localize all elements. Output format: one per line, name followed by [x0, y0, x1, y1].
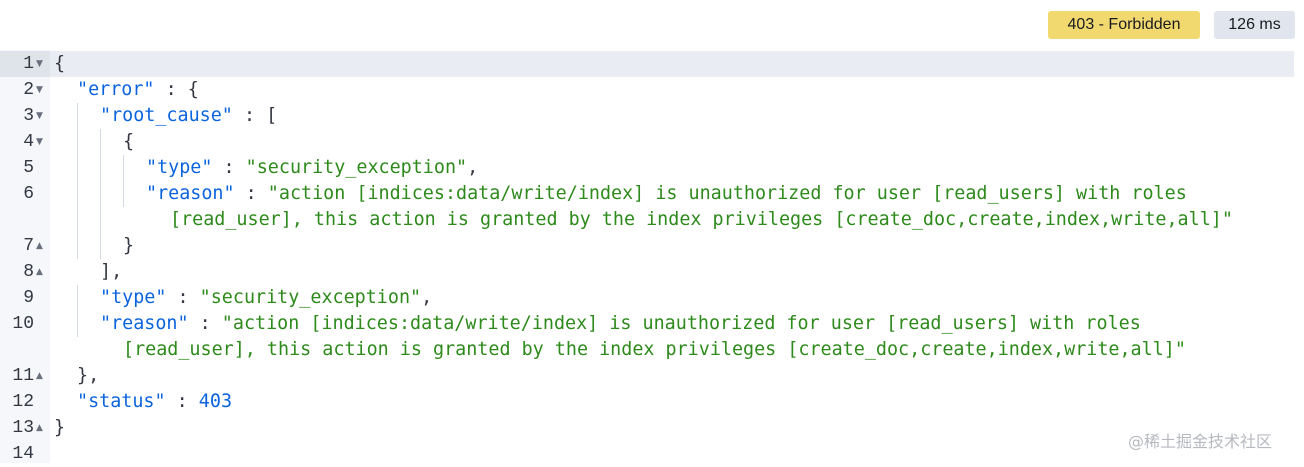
punctuation: ,	[421, 287, 433, 308]
code-line: "type" : "security_exception",	[100, 285, 432, 311]
brace: {	[123, 131, 135, 152]
punctuation: : {	[154, 79, 199, 100]
punctuation: ,	[467, 157, 479, 178]
brace: }	[54, 417, 66, 438]
json-string: [read_user], this action is granted by t…	[170, 209, 1233, 230]
status-badge: 403 - Forbidden	[1048, 11, 1200, 39]
indent-guide	[77, 285, 78, 337]
fold-toggle-icon[interactable]: ▼	[36, 103, 46, 129]
code-line: }	[54, 415, 65, 441]
brace: }	[123, 235, 135, 256]
json-string: [read_user], this action is granted by t…	[123, 339, 1186, 360]
indent-guide	[77, 103, 78, 259]
code-line: "root_cause" : [	[100, 103, 277, 129]
json-string: "security_exception"	[245, 157, 468, 178]
punctuation: :	[165, 391, 199, 412]
line-number: 4	[23, 132, 34, 152]
fold-end-icon[interactable]: ▲	[36, 363, 46, 389]
response-editor[interactable]: 1 2 3 4 5 6 7 8 9 10 11 12 13 14 ▼ ▼ ▼ ▼…	[0, 50, 1294, 464]
fold-end-icon[interactable]: ▲	[36, 233, 46, 259]
fold-toggle-icon[interactable]: ▼	[36, 51, 46, 77]
code-line-wrap: [read_user], this action is granted by t…	[123, 337, 1186, 363]
json-key: "type"	[100, 287, 167, 308]
json-string: "action [indices:data/write/index] is un…	[221, 313, 1141, 334]
code-line: "reason" : "action [indices:data/write/i…	[146, 181, 1187, 207]
fold-end-icon[interactable]: ▲	[36, 259, 46, 285]
line-number: 2	[23, 80, 34, 100]
line-number: 3	[23, 106, 34, 126]
punctuation: :	[234, 183, 268, 204]
json-string: "action [indices:data/write/index] is un…	[267, 183, 1187, 204]
punctuation: : [	[232, 105, 278, 126]
fold-toggle-icon[interactable]: ▼	[36, 77, 46, 103]
line-number: 1	[23, 54, 34, 74]
indent-guide	[100, 129, 101, 259]
indent-guide	[123, 155, 124, 207]
line-number: 9	[23, 288, 34, 308]
punctuation: :	[212, 157, 246, 178]
bracket: ],	[100, 261, 123, 282]
line-number: 10	[12, 314, 34, 334]
fold-end-icon[interactable]: ▲	[36, 415, 46, 441]
json-key: "reason"	[146, 183, 235, 204]
line-number: 14	[12, 444, 34, 464]
response-header: 403 - Forbidden 126 ms	[0, 0, 1304, 50]
watermark-text: @稀土掘金技术社区	[1128, 432, 1273, 451]
fold-toggle-icon[interactable]: ▼	[36, 129, 46, 155]
brace: },	[77, 365, 100, 386]
code-line: {	[123, 129, 134, 155]
code-line-wrap: [read_user], this action is granted by t…	[170, 207, 1233, 233]
line-number: 6	[23, 184, 34, 204]
line-number: 7	[23, 236, 34, 256]
punctuation: :	[188, 313, 222, 334]
code-line: },	[77, 363, 99, 389]
json-key: "error"	[77, 79, 155, 100]
line-number: 5	[23, 158, 34, 178]
punctuation: :	[166, 287, 200, 308]
json-key: "status"	[77, 391, 166, 412]
brace: {	[54, 53, 66, 74]
code-line: "type" : "security_exception",	[146, 155, 478, 181]
code-line: "status" : 403	[77, 389, 232, 415]
json-number: 403	[198, 391, 233, 412]
editor-scrollbar[interactable]	[1294, 50, 1304, 463]
json-key: "type"	[146, 157, 213, 178]
json-key: "reason"	[100, 313, 189, 334]
code-line: "error" : {	[77, 77, 199, 103]
line-number: 13	[12, 418, 34, 438]
code-line: ],	[100, 259, 122, 285]
response-time-badge: 126 ms	[1214, 11, 1295, 39]
code-line: {	[54, 51, 65, 77]
active-line-highlight	[50, 51, 1294, 77]
code-line: "reason" : "action [indices:data/write/i…	[100, 311, 1141, 337]
line-number: 11	[12, 366, 34, 386]
code-line: }	[123, 233, 134, 259]
line-number: 12	[12, 392, 34, 412]
json-key: "root_cause"	[100, 105, 233, 126]
line-number: 8	[23, 262, 34, 282]
json-string: "security_exception"	[199, 287, 422, 308]
